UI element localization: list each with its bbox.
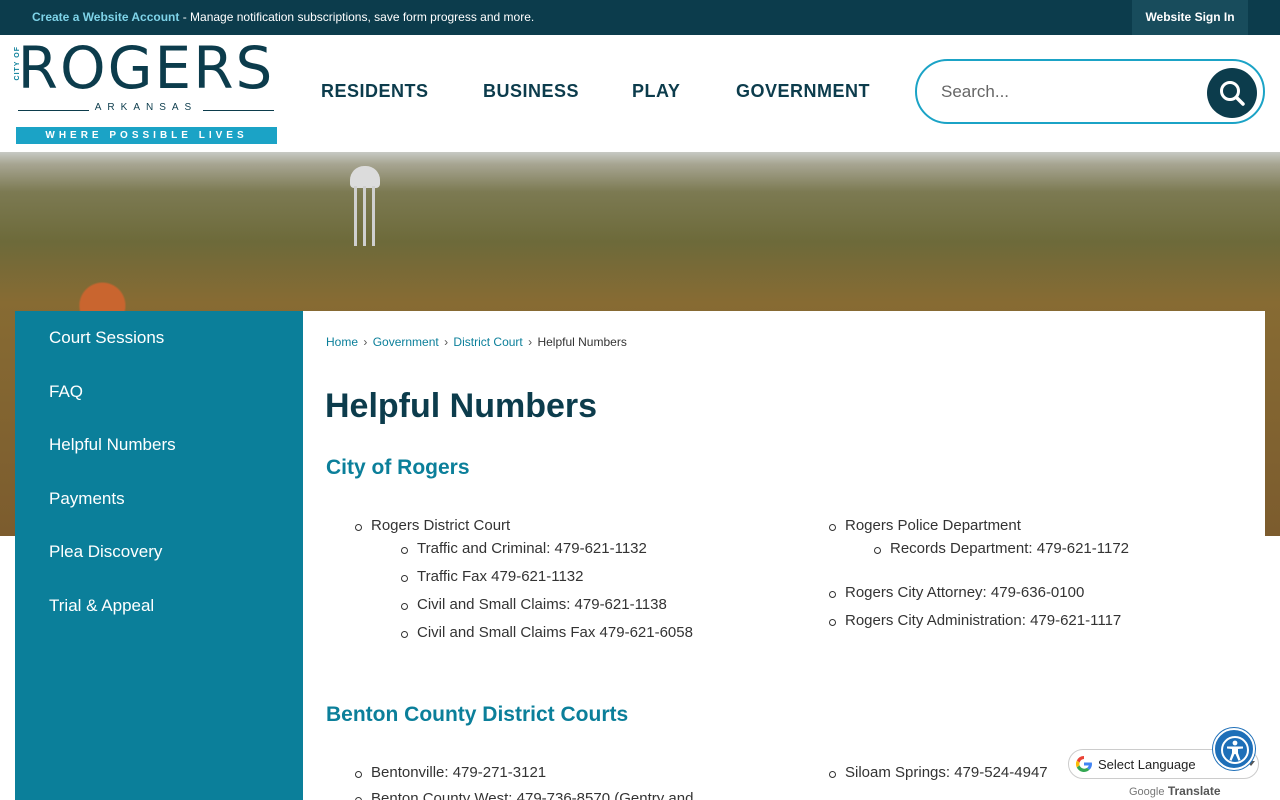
breadcrumb-district-court[interactable]: District Court [453, 335, 522, 349]
accessibility-icon [1221, 736, 1249, 764]
breadcrumb: Home › Government › District Court › Hel… [326, 335, 627, 349]
powered-by-google-translate[interactable]: Google Translate [1129, 784, 1221, 798]
breadcrumb-home[interactable]: Home [326, 335, 358, 349]
translate-label: Translate [1167, 784, 1221, 798]
sidebar-item-trial-appeal[interactable]: Trial & Appeal [49, 596, 154, 616]
breadcrumb-current: Helpful Numbers [537, 335, 627, 349]
sidebar-item-plea-discovery[interactable]: Plea Discovery [49, 542, 162, 562]
accessibility-button[interactable] [1213, 728, 1255, 770]
breadcrumb-separator: › [363, 335, 368, 349]
main-content: Home › Government › District Court › Hel… [303, 311, 1265, 800]
sidebar-item-payments[interactable]: Payments [49, 489, 125, 509]
list-item: Bentonville: 479-271-3121 [354, 764, 547, 781]
sidebar-item-helpful-numbers[interactable]: Helpful Numbers [49, 435, 176, 455]
logo-tagline: WHERE POSSIBLE LIVES [16, 127, 277, 144]
list-item: Traffic Fax 479-621-1132 [400, 568, 584, 585]
logo-state: ARKANSAS [14, 102, 278, 113]
search-button[interactable] [1207, 68, 1257, 118]
breadcrumb-separator: › [444, 335, 449, 349]
account-message-text: - Manage notification subscriptions, sav… [179, 10, 535, 24]
sidebar-nav: Court Sessions FAQ Helpful Numbers Payme… [15, 311, 303, 800]
page-title: Helpful Numbers [325, 387, 598, 425]
account-message: Create a Website Account - Manage notifi… [32, 10, 534, 24]
create-account-link[interactable]: Create a Website Account [32, 10, 179, 24]
logo-name: ROGERS [17, 34, 275, 102]
website-sign-in-button[interactable]: Website Sign In [1132, 0, 1248, 35]
water-tower-image [350, 166, 380, 246]
top-bar: Create a Website Account - Manage notifi… [0, 0, 1280, 35]
nav-government[interactable]: GOVERNMENT [736, 81, 870, 102]
rogers-logo[interactable]: CITY OF ROGERS ARKANSAS WHERE POSSIBLE L… [14, 34, 278, 144]
list-item: Civil and Small Claims Fax 479-621-6058 [401, 624, 693, 641]
list-item: Rogers City Attorney: 479-636-0100 [828, 584, 1085, 601]
nav-business[interactable]: BUSINESS [483, 81, 579, 102]
google-label: Google [1129, 786, 1165, 798]
google-g-icon [1075, 756, 1092, 772]
list-item: Rogers District Court [354, 517, 511, 534]
search-input[interactable] [941, 79, 1191, 105]
list-item: Rogers City Administration: 479-621-1117 [828, 612, 1122, 629]
search-icon [1220, 81, 1245, 106]
list-item: Siloam Springs: 479-524-4947 [829, 764, 1048, 781]
nav-residents[interactable]: RESIDENTS [321, 81, 429, 102]
nav-play[interactable]: PLAY [632, 81, 680, 102]
sidebar-item-faq[interactable]: FAQ [49, 382, 83, 402]
breadcrumb-government[interactable]: Government [373, 335, 439, 349]
site-header: CITY OF ROGERS ARKANSAS WHERE POSSIBLE L… [0, 34, 1280, 152]
section-heading-benton-county: Benton County District Courts [326, 703, 629, 726]
list-item: Civil and Small Claims: 479-621-1138 [401, 596, 667, 613]
list-item: Traffic and Criminal: 479-621-1132 [401, 540, 647, 557]
list-item: Rogers Police Department [829, 517, 1021, 534]
list-item: Benton County West: 479-736-8570 (Gentry… [354, 790, 693, 800]
breadcrumb-separator: › [528, 335, 533, 349]
section-heading-city-of-rogers: City of Rogers [326, 456, 470, 479]
list-item: Records Department: 479-621-1172 [873, 540, 1130, 557]
search-box [915, 59, 1265, 124]
sidebar-item-court-sessions[interactable]: Court Sessions [49, 328, 164, 348]
select-language-label: Select Language [1098, 757, 1196, 772]
